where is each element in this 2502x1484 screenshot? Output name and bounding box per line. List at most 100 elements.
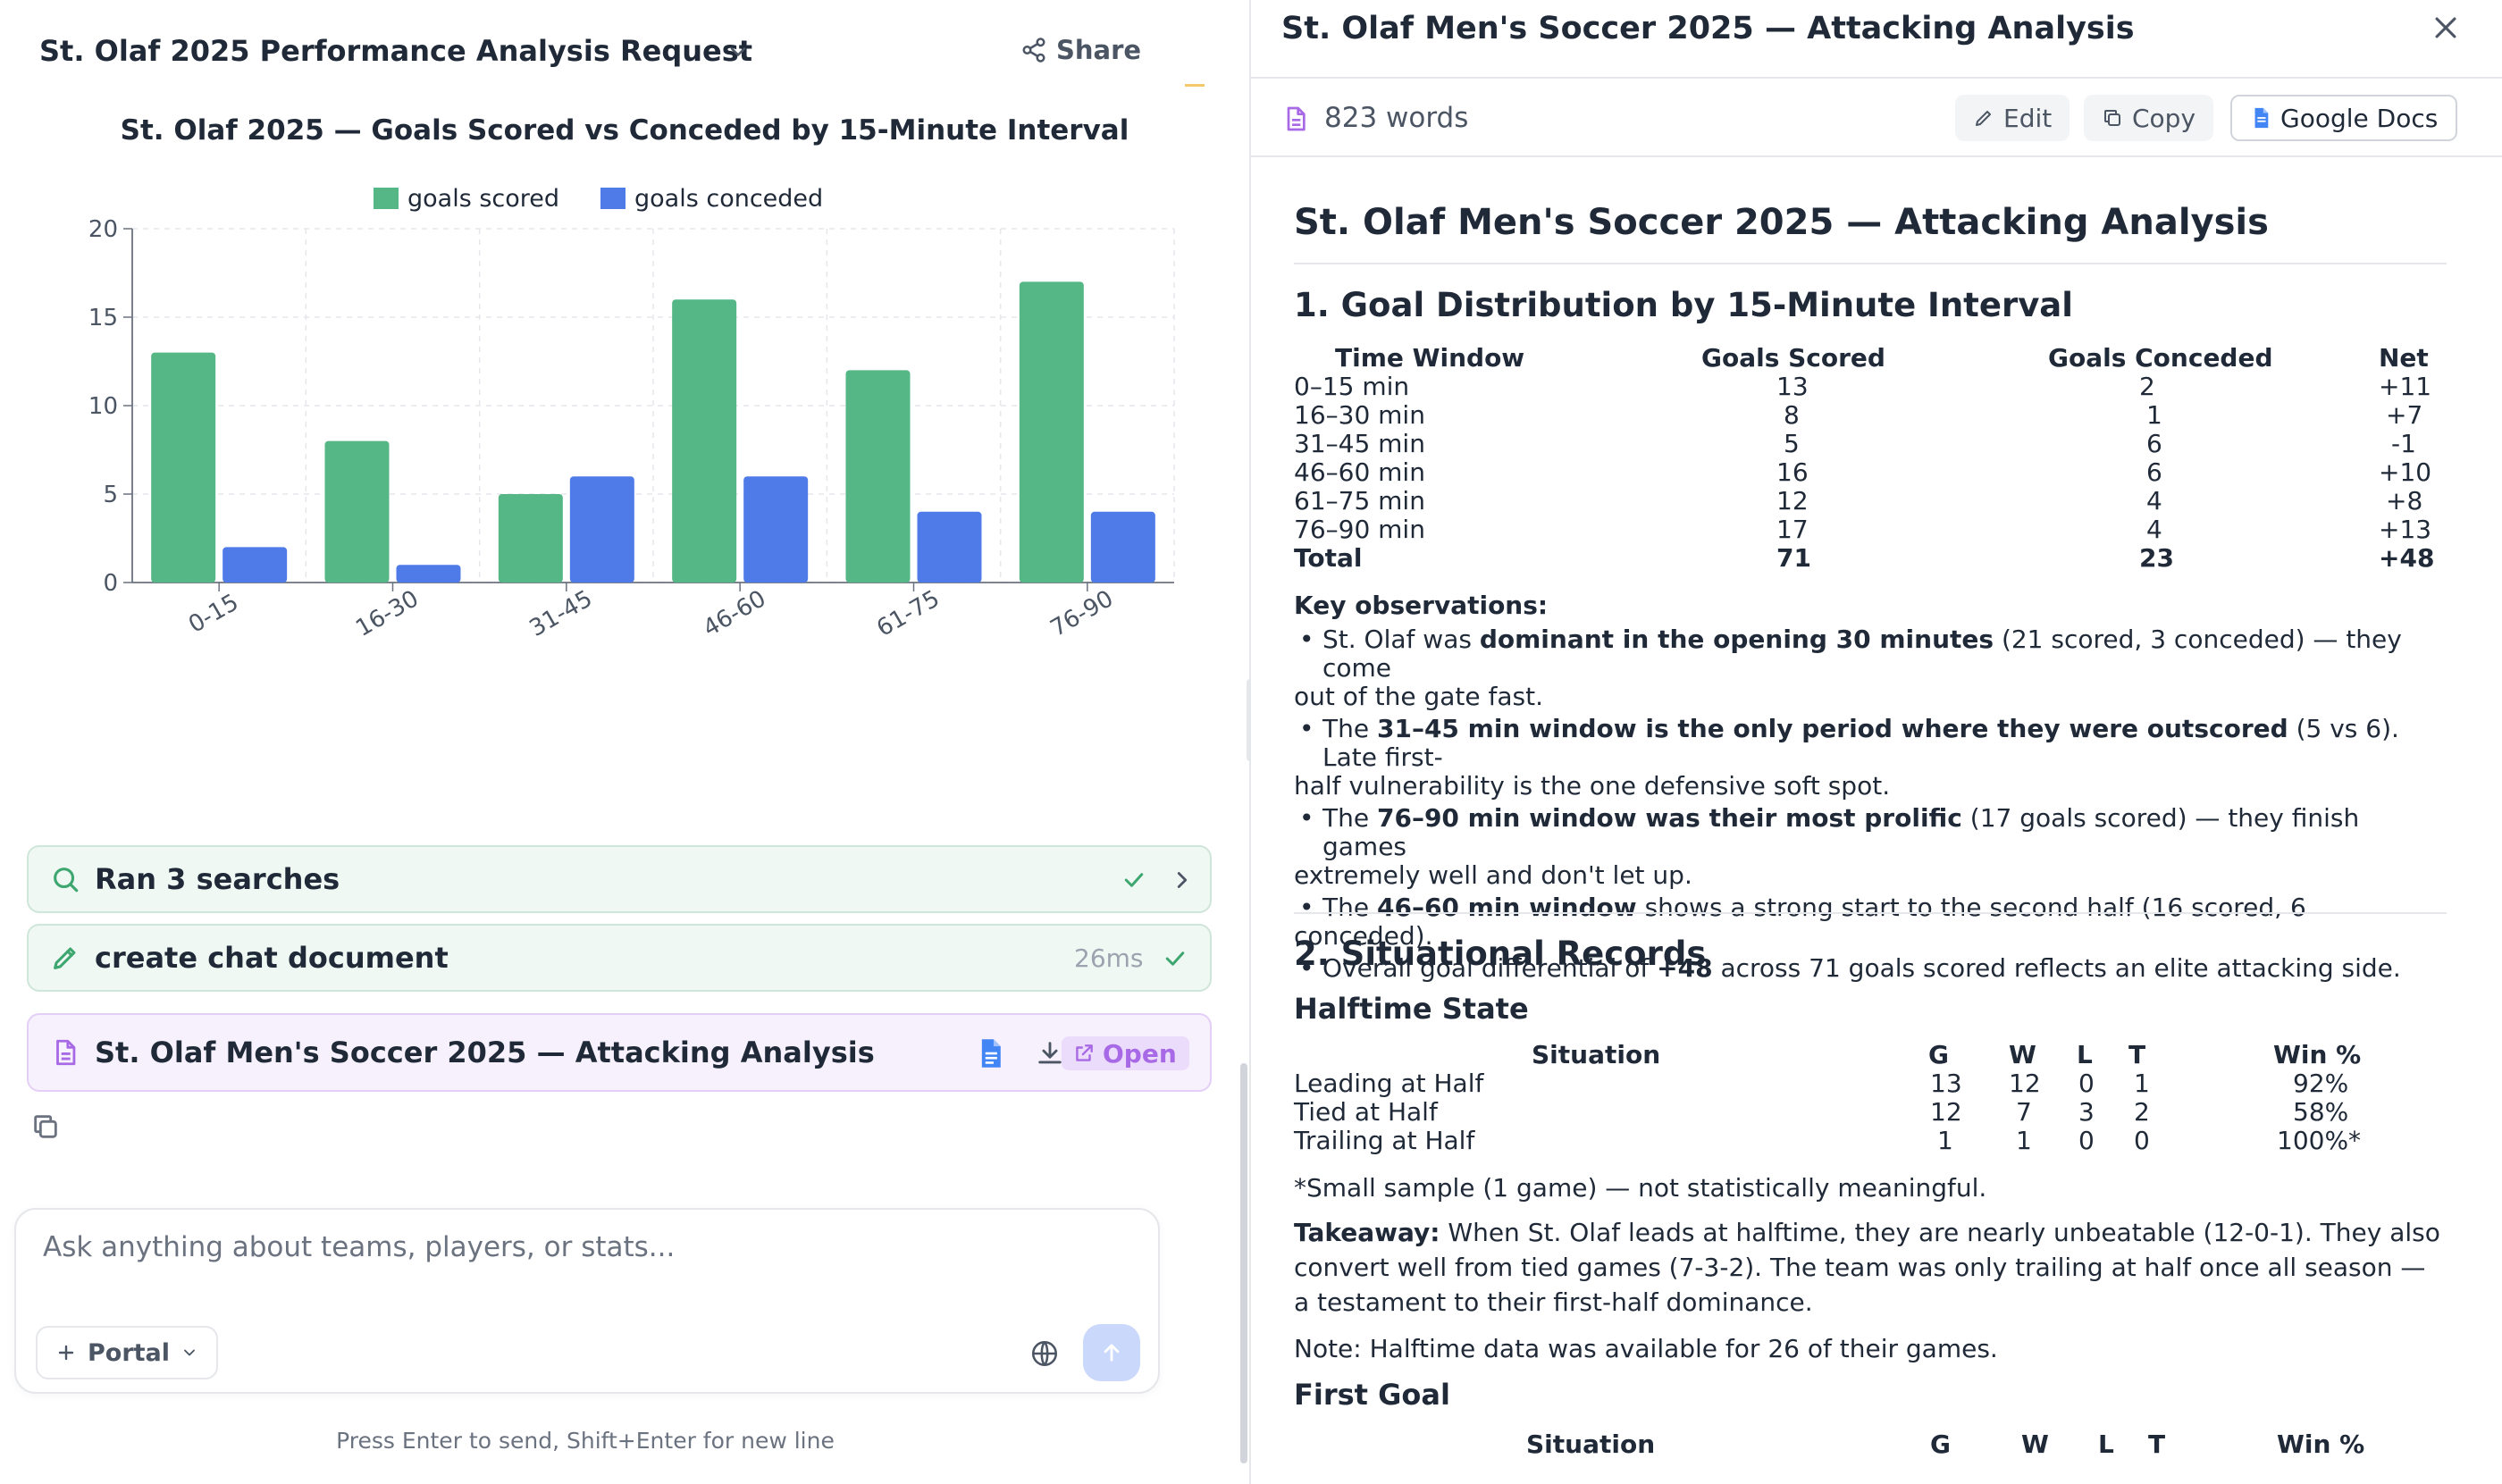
chat-title[interactable]: St. Olaf 2025 Performance Analysis Reque…: [39, 34, 752, 68]
bar-goals-conceded: [917, 511, 982, 583]
portal-label: Portal: [88, 1338, 171, 1367]
table-cell: 58%: [2293, 1097, 2349, 1127]
x-tick-label: 61-75: [872, 585, 944, 642]
globe-icon[interactable]: [1029, 1338, 1060, 1369]
chevron-down-icon[interactable]: [726, 39, 751, 64]
table-cell: 46–60 min: [1294, 457, 1425, 487]
table-cell: 17: [1776, 515, 1809, 544]
table-cell: +11: [2379, 372, 2432, 401]
table-header: T: [2128, 1040, 2146, 1069]
table-cell: 16: [1776, 457, 1809, 487]
bar-goals-conceded: [569, 476, 634, 583]
bar-goals-scored: [498, 494, 563, 583]
tool-searches-pill[interactable]: Ran 3 searches: [27, 845, 1212, 913]
check-icon: [1165, 952, 1185, 966]
table-row: Trailing at Half 1 1 0 0 100%*: [1294, 1126, 2447, 1155]
table-cell: 4: [2146, 486, 2162, 516]
open-document-button[interactable]: Open: [1062, 1036, 1189, 1070]
table-cell: 4: [2146, 515, 2162, 544]
section-2-heading: 2. Situational Records: [1294, 935, 1707, 973]
table-cell: 12: [2009, 1069, 2041, 1098]
table-cell: 76–90 min: [1294, 515, 1425, 544]
table-header: Time Window: [1335, 343, 1525, 373]
table-row: 61–75 min 12 4 +8: [1294, 486, 2447, 516]
table-header: L: [2077, 1040, 2093, 1069]
text: shows a strong start to the second half …: [1636, 893, 2306, 922]
share-button[interactable]: Share: [1020, 30, 1141, 70]
message-input[interactable]: Ask anything about teams, players, or st…: [43, 1231, 675, 1263]
halftime-note: Note: Halftime data was available for 26…: [1294, 1334, 1998, 1363]
table-cell: 0: [2078, 1126, 2095, 1155]
table-cell: Trailing at Half: [1294, 1126, 1475, 1155]
legend-swatch: [600, 188, 626, 209]
text: out of the gate fast.: [1294, 682, 1544, 711]
create-doc-label: create chat document: [95, 941, 449, 975]
table-cell: 13: [1776, 372, 1809, 401]
table-header: Win %: [2277, 1430, 2365, 1459]
table-row: 76–90 min 17 4 +13: [1294, 515, 2447, 544]
table-cell: 31–45 min: [1294, 429, 1425, 458]
chevron-down-icon: [184, 1349, 195, 1356]
table-cell: 0: [2134, 1126, 2150, 1155]
download-icon[interactable]: [1035, 1038, 1065, 1069]
document-icon: [1287, 106, 1306, 131]
table-cell: +48: [2379, 543, 2435, 573]
table-row: Tied at Half 12 7 3 2 58%: [1294, 1097, 2447, 1127]
text: extremely well and don't let up.: [1294, 860, 1692, 890]
copy-icon[interactable]: [30, 1111, 61, 1142]
x-tick-label: 0-15: [184, 589, 243, 638]
x-tick-label: 46-60: [699, 585, 770, 642]
key-observations-label: Key observations:: [1294, 591, 1549, 620]
close-icon[interactable]: [2431, 13, 2461, 43]
composer-hint: Press Enter to send, Shift+Enter for new…: [336, 1428, 835, 1454]
bar-chart: 0 5 10 15 20 0-15 16-30 31-45 46-60 61-75 76-90 goa…: [88, 185, 1175, 642]
bold-text: 46–60 min window: [1376, 893, 1637, 922]
chevron-right-icon[interactable]: [1169, 867, 1196, 893]
table-cell: 0: [2078, 1069, 2095, 1098]
y-tick-label: 10: [88, 393, 118, 420]
table-cell: 3: [2078, 1097, 2095, 1127]
table-cell: 12: [1776, 486, 1809, 516]
pencil-icon: [1976, 111, 1991, 126]
document-title: St. Olaf Men's Soccer 2025 — Attacking A…: [95, 1035, 875, 1069]
bar-goals-conceded: [396, 565, 461, 583]
x-tick-label: 31-45: [525, 585, 597, 642]
table-header: L: [2098, 1430, 2114, 1459]
bold-text: 76–90 min window was their most prolific: [1376, 803, 1962, 833]
text: The: [1322, 893, 1377, 922]
table-cell: 61–75 min: [1294, 486, 1425, 516]
google-docs-button[interactable]: Google Docs: [2230, 95, 2458, 141]
google-docs-icon: [2254, 107, 2269, 129]
edit-button[interactable]: Edit: [1955, 95, 2070, 141]
google-docs-icon[interactable]: [976, 1038, 1004, 1069]
portal-selector[interactable]: Portal: [36, 1326, 219, 1379]
table-cell: 1: [2016, 1126, 2032, 1155]
chart-title: St. Olaf 2025 — Goals Scored vs Conceded…: [120, 114, 1129, 147]
table-cell: 1: [1937, 1126, 1953, 1155]
send-button[interactable]: [1083, 1324, 1140, 1381]
table-total-row: Total 71 23 +48: [1294, 543, 2447, 573]
text: half vulnerability is the one defensive …: [1294, 771, 1891, 801]
copy-button[interactable]: Copy: [2084, 95, 2214, 141]
y-tick-label: 5: [103, 482, 118, 508]
table-cell: 23: [2139, 543, 2174, 573]
divider: [1294, 263, 2447, 264]
bold-text: 31–45 min window is the only period wher…: [1376, 714, 2288, 743]
document-card[interactable]: St. Olaf Men's Soccer 2025 — Attacking A…: [27, 1013, 1212, 1092]
table-header-row: Time Window Goals Scored Goals Conceded …: [1294, 343, 2447, 373]
table-cell: Tied at Half: [1294, 1097, 1438, 1127]
x-tick-label: 16-30: [351, 585, 423, 642]
share-label: Share: [1056, 35, 1142, 65]
table-cell: 13: [1930, 1069, 1962, 1098]
list-item: The 31–45 min window is the only period …: [1294, 715, 2447, 801]
chat-scrollbar[interactable]: [1240, 1063, 1247, 1463]
tool-create-doc-pill[interactable]: create chat document 26ms: [27, 924, 1212, 992]
document-panel-header: St. Olaf Men's Soccer 2025 — Attacking A…: [1251, 0, 2502, 79]
document-heading: St. Olaf Men's Soccer 2025 — Attacking A…: [1294, 202, 2269, 243]
check-icon: [1124, 873, 1144, 887]
table-cell: Total: [1294, 543, 1363, 573]
table-header-row: Situation G W L T Win %: [1294, 1040, 2447, 1069]
message-composer[interactable]: Ask anything about teams, players, or st…: [14, 1208, 1160, 1394]
table-header: Net: [2379, 343, 2429, 373]
table-row: 0–15 min 13 2 +11: [1294, 372, 2447, 401]
